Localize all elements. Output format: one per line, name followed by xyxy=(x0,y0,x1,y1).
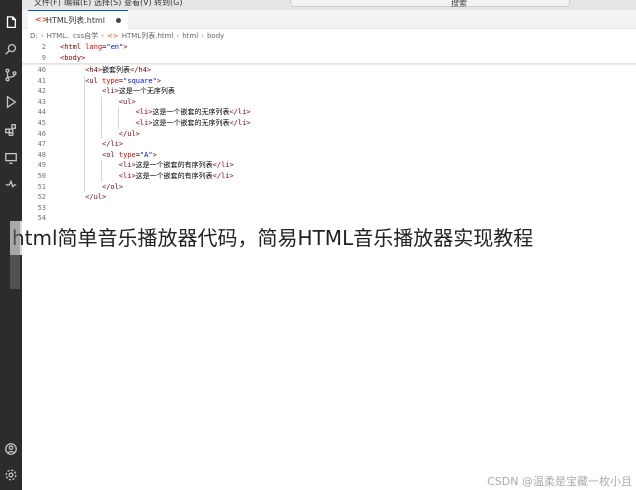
line-number: 40 xyxy=(37,66,46,74)
code-text: <li>这是一个嵌套的有序列表</li> xyxy=(118,161,234,170)
command-center-search[interactable]: 搜索 xyxy=(290,0,570,8)
line-number: 43 xyxy=(37,97,46,106)
code-line[interactable]: 2 <html lang="en"> xyxy=(22,42,636,53)
line-number: 46 xyxy=(37,129,46,138)
article-title: html简单音乐播放器代码，简易HTML音乐播放器实现教程 xyxy=(12,226,534,250)
breadcrumb-html[interactable]: html xyxy=(182,32,198,40)
code-line[interactable]: 50 <li>这是一个嵌套的有序列表</li> xyxy=(22,171,636,182)
code-line[interactable]: 53 xyxy=(22,203,636,214)
settings-gear-icon[interactable] xyxy=(2,466,20,484)
code-editor[interactable]: 2 <html lang="en"> 9 <body> 40 <h4>嵌套列表</h4>… xyxy=(22,42,636,490)
code-line[interactable]: 43 <ul> xyxy=(22,97,636,108)
chevron-right-icon: › xyxy=(176,32,180,40)
code-text: </ul> xyxy=(85,193,107,202)
code-text: <li>这是一个嵌套的无序列表</li> xyxy=(135,119,251,127)
code-line[interactable]: 49 <li>这是一个嵌套的有序列表</li> xyxy=(22,160,636,171)
code-text: </ol> xyxy=(102,182,124,191)
chevron-right-icon: › xyxy=(101,32,104,40)
explorer-icon[interactable] xyxy=(2,14,20,32)
run-debug-icon[interactable] xyxy=(2,93,20,111)
code-line[interactable]: 47 </li> xyxy=(22,139,636,150)
watermark: CSDN @温柔是宝藏一枚小且 xyxy=(487,475,632,488)
code-line[interactable]: 52 </ul> xyxy=(22,192,636,203)
line-number: 51 xyxy=(37,182,46,191)
line-number: 2 xyxy=(41,43,46,51)
article-title-overlay: html简单音乐播放器代码，简易HTML音乐播放器实现教程 xyxy=(10,221,636,289)
testing-icon[interactable] xyxy=(2,175,20,193)
breadcrumb: D: › HTML、css自学 › <> HTML列表.html › html … xyxy=(30,31,224,41)
line-number: 41 xyxy=(37,76,46,85)
code-line[interactable]: 41 <ul type="square"> xyxy=(22,76,636,87)
code-text: <ul> xyxy=(118,97,136,106)
breadcrumb-folder[interactable]: HTML、css自学 xyxy=(47,31,99,41)
menu-edit[interactable]: 编辑(E) xyxy=(64,0,91,8)
code-text: <li>这是一个嵌套的无序列表</li> xyxy=(135,108,251,117)
code-line[interactable]: 48 <ol type="A"> xyxy=(22,150,636,161)
code-text: </li> xyxy=(102,140,124,149)
menu-bar: 文件(F) 编辑(E) 选择(S) 查看(V) 转到(G) 搜索 xyxy=(22,0,636,10)
line-number: 42 xyxy=(37,87,46,96)
code-line[interactable]: 45 <li>这是一个嵌套的无序列表</li> xyxy=(22,118,636,129)
line-number: 53 xyxy=(37,203,46,212)
code-text: <html lang="en"> xyxy=(60,43,128,51)
tab-label: HTML列表.html xyxy=(46,16,106,25)
line-number: 47 xyxy=(37,140,46,149)
search-icon[interactable] xyxy=(2,40,20,58)
command-center-label: 搜索 xyxy=(451,0,467,8)
menu-go[interactable]: 转到(G) xyxy=(154,0,182,8)
source-control-icon[interactable] xyxy=(2,66,20,84)
tab-html-list[interactable]: <> HTML列表.html xyxy=(28,10,128,29)
menu-file[interactable]: 文件(F) xyxy=(34,0,61,8)
code-line[interactable]: 51 </ol> xyxy=(22,182,636,193)
line-number: 50 xyxy=(37,172,46,180)
line-number: 49 xyxy=(37,161,46,170)
menu-selection[interactable]: 选择(S) xyxy=(94,0,121,8)
code-line[interactable]: 44 <li>这是一个嵌套的无序列表</li> xyxy=(22,107,636,118)
breadcrumb-file[interactable]: HTML列表.html xyxy=(122,31,174,41)
breadcrumb-drive[interactable]: D: xyxy=(30,32,38,40)
editor-tab-bar: <> HTML列表.html xyxy=(22,10,636,29)
line-number: 44 xyxy=(37,108,46,117)
account-icon[interactable] xyxy=(2,440,20,458)
line-number: 52 xyxy=(37,193,46,202)
chevron-right-icon: › xyxy=(201,32,204,40)
code-line[interactable]: 46 </ul> xyxy=(22,129,636,140)
code-text: <body> xyxy=(60,53,86,62)
overlay-accent-bar xyxy=(10,221,20,289)
code-line[interactable]: 40 <h4>嵌套列表</h4> xyxy=(22,65,636,76)
unsaved-dot-icon[interactable] xyxy=(116,18,121,23)
code-text: <ul type="square"> xyxy=(85,76,162,85)
line-number: 9 xyxy=(41,53,46,62)
code-text: <ol type="A"> xyxy=(102,150,157,159)
chevron-right-icon: › xyxy=(40,32,44,40)
code-text: <h4>嵌套列表</h4> xyxy=(85,66,152,74)
code-line[interactable]: 9 <body> xyxy=(22,52,636,64)
line-number: 48 xyxy=(37,150,46,159)
extensions-icon[interactable] xyxy=(2,121,20,139)
remote-explorer-icon[interactable] xyxy=(2,149,20,167)
code-text: <li>这是一个无序列表 xyxy=(102,87,175,96)
code-text: <li>这是一个嵌套的有序列表</li> xyxy=(118,172,234,180)
html-file-icon: <> xyxy=(107,32,119,40)
breadcrumb-body[interactable]: body xyxy=(207,32,224,40)
code-text: </ul> xyxy=(118,129,140,138)
code-line[interactable]: 42 <li>这是一个无序列表 xyxy=(22,86,636,97)
menu-view[interactable]: 查看(V) xyxy=(124,0,152,8)
line-number: 45 xyxy=(37,119,46,127)
